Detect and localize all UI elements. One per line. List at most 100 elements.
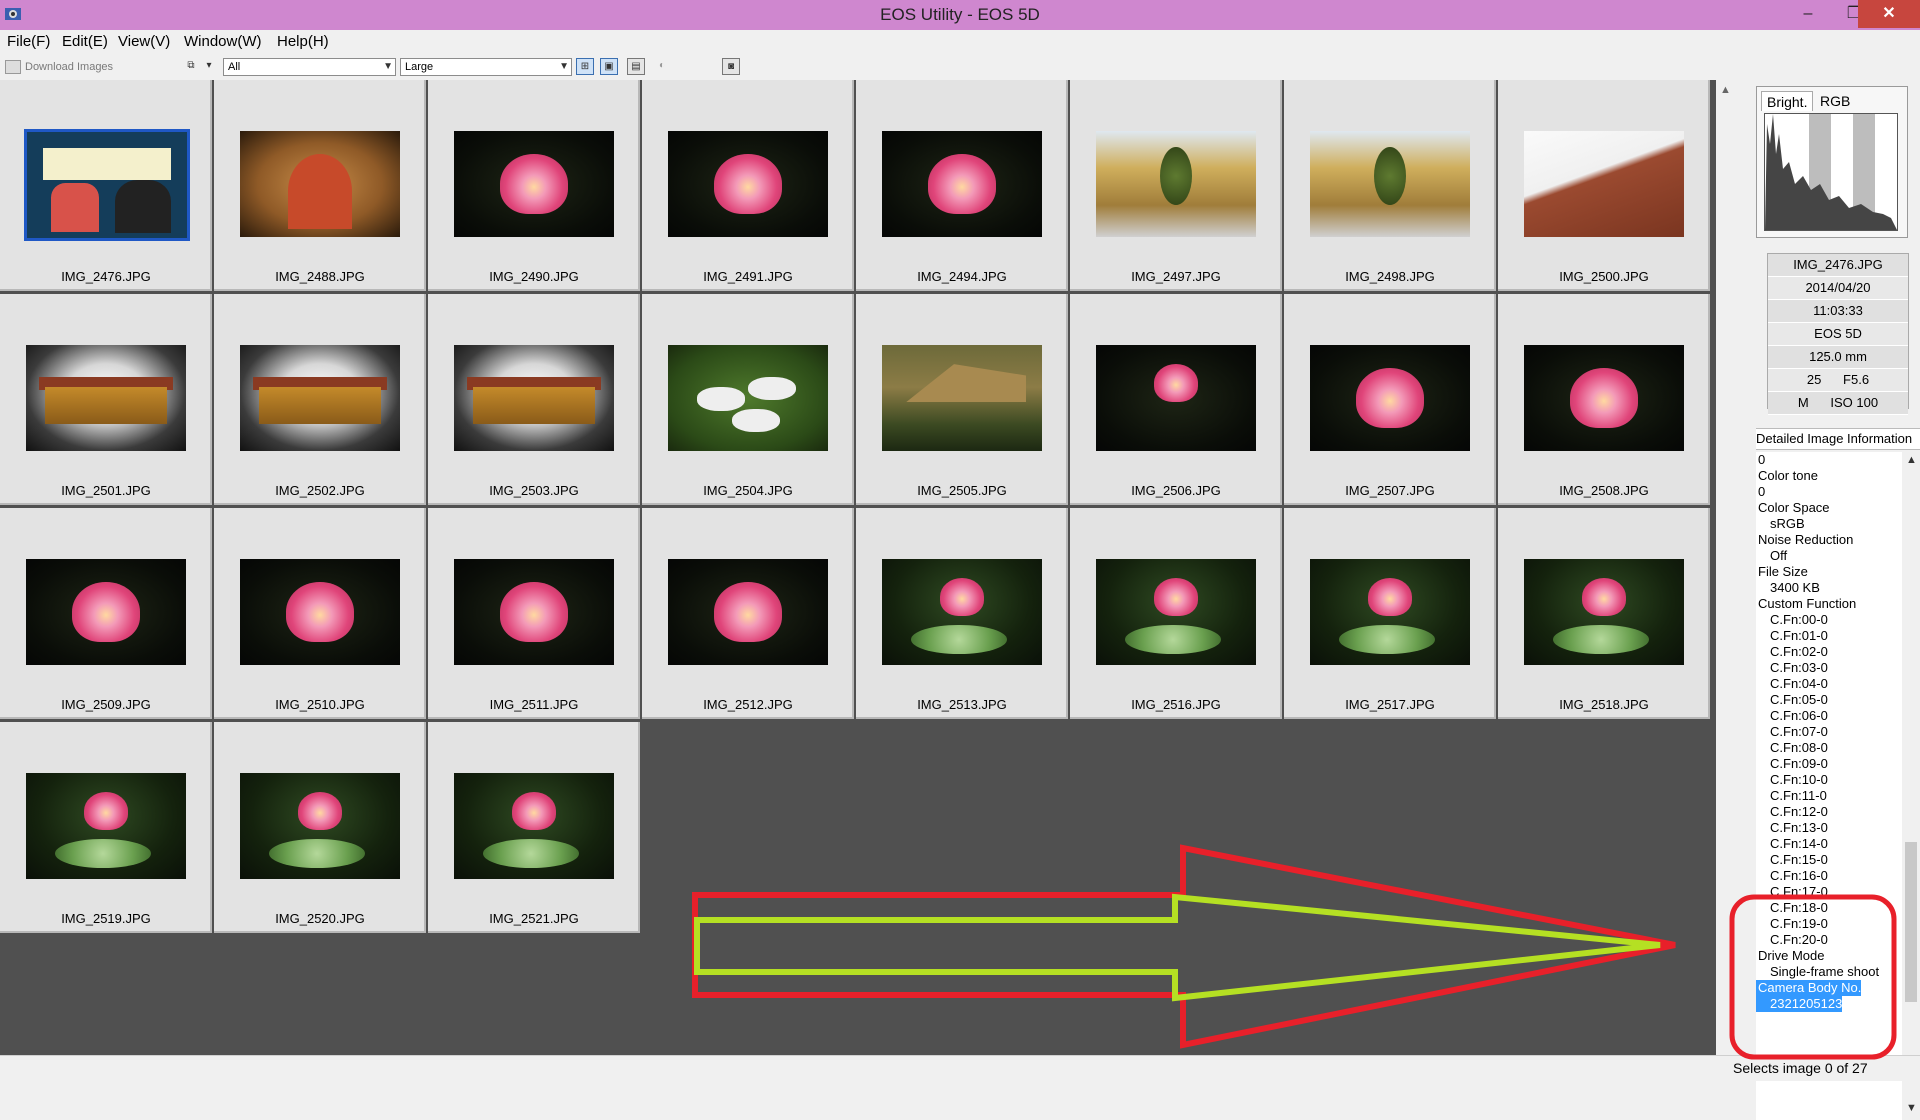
scroll-up-icon[interactable]: ▲ — [1720, 84, 1731, 96]
thumbnail-cell[interactable]: IMG_2498.JPG — [1284, 80, 1496, 291]
thumbnail-cell[interactable]: IMG_2516.JPG — [1070, 508, 1282, 719]
thumbnail-cell[interactable]: IMG_2511.JPG — [428, 508, 640, 719]
select-dropdown-arrow-icon[interactable]: ▾ — [202, 58, 216, 75]
select-mode-icon[interactable]: ⧉ — [182, 58, 200, 75]
detail-row[interactable]: C.Fn:02-0 — [1756, 644, 1902, 660]
thumbnail-image[interactable] — [454, 773, 614, 879]
detail-row[interactable]: C.Fn:08-0 — [1756, 740, 1902, 756]
thumbnail-image[interactable] — [1524, 345, 1684, 451]
detail-row[interactable]: C.Fn:19-0 — [1756, 916, 1902, 932]
detail-row[interactable]: 0 — [1756, 452, 1902, 468]
thumbnail-image[interactable] — [240, 345, 400, 451]
detail-row[interactable]: C.Fn:13-0 — [1756, 820, 1902, 836]
detail-row[interactable]: 2321205123 — [1756, 996, 1902, 1012]
close-button[interactable]: ✕ — [1858, 0, 1920, 28]
thumbnail-image[interactable] — [882, 559, 1042, 665]
thumbnail-cell[interactable]: IMG_2510.JPG — [214, 508, 426, 719]
thumbnail-image[interactable] — [26, 345, 186, 451]
thumbnail-cell[interactable]: IMG_2490.JPG — [428, 80, 640, 291]
thumbnail-image[interactable] — [1524, 559, 1684, 665]
thumbnail-image[interactable] — [454, 345, 614, 451]
thumbnail-image[interactable] — [1310, 345, 1470, 451]
thumbnail-image[interactable] — [1524, 131, 1684, 237]
detail-row[interactable]: Color Space — [1756, 500, 1902, 516]
detail-row[interactable]: Drive Mode — [1756, 948, 1902, 964]
tab-rgb[interactable]: RGB — [1815, 91, 1855, 111]
detail-row[interactable]: C.Fn:15-0 — [1756, 852, 1902, 868]
thumbnail-cell[interactable]: IMG_2507.JPG — [1284, 294, 1496, 505]
tab-brightness[interactable]: Bright. — [1761, 91, 1813, 111]
menu-view[interactable]: View(V) — [118, 30, 170, 54]
thumbnail-image[interactable] — [668, 559, 828, 665]
thumbnail-image[interactable] — [882, 345, 1042, 451]
scroll-down-icon[interactable]: ▼ — [1906, 1102, 1917, 1114]
detail-row[interactable]: Camera Body No. — [1756, 980, 1902, 996]
download-images-button[interactable]: Download Images — [2, 57, 178, 77]
detail-row[interactable]: C.Fn:18-0 — [1756, 900, 1902, 916]
thumbnail-cell[interactable]: IMG_2520.JPG — [214, 722, 426, 933]
thumbnail-cell[interactable]: IMG_2497.JPG — [1070, 80, 1282, 291]
thumbnail-cell[interactable]: IMG_2519.JPG — [0, 722, 212, 933]
save-icon[interactable]: ▤ — [627, 58, 645, 75]
thumbnail-cell[interactable]: IMG_2517.JPG — [1284, 508, 1496, 719]
detail-row[interactable]: C.Fn:06-0 — [1756, 708, 1902, 724]
detail-row[interactable]: Custom Function — [1756, 596, 1902, 612]
thumbnail-cell[interactable]: IMG_2518.JPG — [1498, 508, 1710, 719]
thumbnail-cell[interactable]: IMG_2512.JPG — [642, 508, 854, 719]
detail-row[interactable]: C.Fn:04-0 — [1756, 676, 1902, 692]
detail-row[interactable]: Noise Reduction — [1756, 532, 1902, 548]
thumbnail-image[interactable] — [454, 559, 614, 665]
thumbnail-cell[interactable]: IMG_2521.JPG — [428, 722, 640, 933]
detail-row[interactable]: 3400 KB — [1756, 580, 1902, 596]
detail-row[interactable]: Color tone — [1756, 468, 1902, 484]
grid-scrollbar[interactable]: ▲ — [1716, 80, 1738, 1055]
thumbnail-image[interactable] — [240, 559, 400, 665]
thumbnail-image[interactable] — [240, 131, 400, 237]
thumbnail-image[interactable] — [668, 131, 828, 237]
thumbnail-image[interactable] — [26, 773, 186, 879]
thumbnail-cell[interactable]: IMG_2502.JPG — [214, 294, 426, 505]
thumbnail-cell[interactable]: IMG_2476.JPG — [0, 80, 212, 291]
thumbnail-cell[interactable]: IMG_2503.JPG — [428, 294, 640, 505]
thumbnail-cell[interactable]: IMG_2491.JPG — [642, 80, 854, 291]
thumbnail-cell[interactable]: IMG_2505.JPG — [856, 294, 1068, 505]
thumbnail-cell[interactable]: IMG_2494.JPG — [856, 80, 1068, 291]
fit-view-icon[interactable]: ⊞ — [576, 58, 594, 75]
thumbnail-cell[interactable]: IMG_2488.JPG — [214, 80, 426, 291]
detail-row[interactable]: C.Fn:05-0 — [1756, 692, 1902, 708]
thumbnail-cell[interactable]: IMG_2509.JPG — [0, 508, 212, 719]
detail-row[interactable]: C.Fn:11-0 — [1756, 788, 1902, 804]
thumbnail-size-select[interactable]: Large ▼ — [400, 58, 572, 76]
detail-list[interactable]: 0 Color tone 0 Color Space sRGB Noise Reducti… — [1756, 452, 1902, 1120]
thumbnail-cell[interactable]: IMG_2500.JPG — [1498, 80, 1710, 291]
thumbnail-cell[interactable]: IMG_2506.JPG — [1070, 294, 1282, 505]
detail-row[interactable]: C.Fn:12-0 — [1756, 804, 1902, 820]
detail-row[interactable]: C.Fn:16-0 — [1756, 868, 1902, 884]
menu-window[interactable]: Window(W) — [184, 30, 262, 54]
detail-row[interactable]: C.Fn:20-0 — [1756, 932, 1902, 948]
thumbnail-cell[interactable]: IMG_2513.JPG — [856, 508, 1068, 719]
thumbnail-image[interactable] — [1096, 131, 1256, 237]
thumbnail-image[interactable] — [26, 559, 186, 665]
filter-select[interactable]: All ▼ — [223, 58, 396, 76]
detail-row[interactable]: C.Fn:07-0 — [1756, 724, 1902, 740]
detail-row[interactable]: C.Fn:17-0 — [1756, 884, 1902, 900]
scroll-thumb[interactable] — [1905, 842, 1917, 1002]
detail-scrollbar[interactable]: ▲ ▼ — [1902, 452, 1920, 1120]
detail-row[interactable]: 0 — [1756, 484, 1902, 500]
scroll-up-icon[interactable]: ▲ — [1906, 454, 1917, 466]
thumbnail-cell[interactable]: IMG_2504.JPG — [642, 294, 854, 505]
detail-row[interactable]: C.Fn:09-0 — [1756, 756, 1902, 772]
thumbnail-cell[interactable]: IMG_2501.JPG — [0, 294, 212, 505]
thumbnail-cell[interactable]: IMG_2508.JPG — [1498, 294, 1710, 505]
detail-row[interactable]: Off — [1756, 548, 1902, 564]
thumbnail-image[interactable] — [882, 131, 1042, 237]
camera-settings-icon[interactable]: ◙ — [722, 58, 740, 75]
detail-row[interactable]: C.Fn:14-0 — [1756, 836, 1902, 852]
menu-help[interactable]: Help(H) — [277, 30, 329, 54]
thumbnail-image[interactable] — [1310, 559, 1470, 665]
detail-row[interactable]: C.Fn:00-0 — [1756, 612, 1902, 628]
menu-edit[interactable]: Edit(E) — [62, 30, 108, 54]
thumbnail-image[interactable] — [240, 773, 400, 879]
detail-row[interactable]: sRGB — [1756, 516, 1902, 532]
